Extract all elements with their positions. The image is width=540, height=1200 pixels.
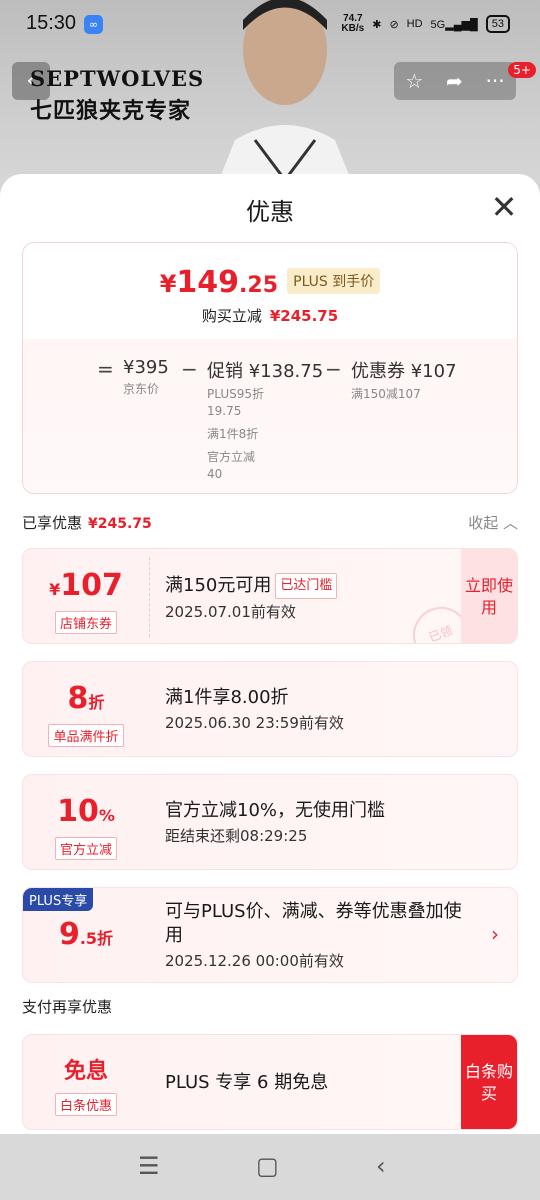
home-icon[interactable]: ▢: [256, 1152, 279, 1180]
top-actions: ☆ ➦ ···: [394, 62, 516, 100]
coupon-plus[interactable]: PLUS专享 9.5折 可与PLUS价、满减、券等优惠叠加使用 2025.12.…: [22, 887, 518, 983]
brand-logo: SEPTWOLVES 七匹狼夹克专家: [30, 66, 205, 124]
hd-icon: HD: [406, 18, 423, 30]
bluetooth-icon: ✱: [372, 18, 382, 31]
pay-section-title: 支付再享优惠: [22, 998, 113, 1016]
chevron-right-icon: ›: [491, 922, 499, 946]
coupon-value: 优惠券 ¥107 满150减107: [351, 361, 457, 401]
coupon-official: 10% 官方立减 官方立减10%，无使用门槛 距结束还剩08:29:25: [22, 774, 518, 870]
more-icon[interactable]: ···: [486, 69, 505, 93]
menu-icon[interactable]: ☰: [138, 1152, 160, 1180]
plus-price-tag: PLUS 到手价: [287, 268, 381, 294]
pay-offer: 免息 白条优惠 PLUS 专享 6 期免息 白条购买: [22, 1034, 518, 1130]
signal-icon: 5G▂▄▆█: [430, 18, 478, 31]
threshold-badge: 已达门槛: [275, 573, 338, 599]
cart-badge: 5+: [508, 62, 536, 78]
jd-price: ¥395 京东价: [123, 357, 169, 396]
status-time: 15:30: [26, 12, 77, 34]
sheet-title: 优惠: [246, 198, 294, 226]
system-nav-bar: ☰ ▢ ‹: [0, 1134, 540, 1200]
network-speed: 74.7 KB/s: [341, 13, 365, 34]
promo-value: 促销 ¥138.75 PLUS95折 19.75 满1件8折 官方立减 40: [207, 361, 324, 481]
discount-sheet: 优惠 ✕ ¥149.25 PLUS 到手价 购买立减 ¥245.75 = ¥395…: [0, 174, 540, 1134]
battery-icon: 53: [485, 15, 510, 33]
star-icon[interactable]: ☆: [405, 69, 423, 93]
close-icon[interactable]: ✕: [490, 191, 518, 223]
coupon-multi-item: 8折 单品满件折 满1件享8.00折 2025.06.30 23:59前有效: [22, 661, 518, 757]
link-app-icon: ∞: [84, 15, 103, 34]
share-icon[interactable]: ➦: [446, 69, 463, 93]
reduce-line: 购买立减 ¥245.75: [201, 307, 339, 325]
enjoyed-discount-row: 已享优惠 ¥245.75 收起 ︿: [22, 512, 518, 533]
link-icon: ⊘: [389, 18, 399, 31]
baitiao-buy-button[interactable]: 白条购买: [461, 1035, 517, 1129]
price-breakdown: = ¥395 京东价 − 促销 ¥138.75 PLUS95折 19.75 满1…: [97, 357, 457, 481]
use-coupon-button[interactable]: 立即使用: [461, 549, 517, 643]
price-summary-card: ¥149.25 PLUS 到手价 购买立减 ¥245.75 = ¥395 京东价 …: [22, 242, 518, 494]
final-price: ¥149.25 PLUS 到手价: [23, 265, 517, 300]
collapse-button[interactable]: 收起 ︿: [468, 512, 518, 533]
status-bar: 15:30 ∞ 74.7 KB/s ✱ ⊘ HD 5G▂▄▆█ 53: [0, 0, 540, 48]
back-nav-icon[interactable]: ‹: [376, 1152, 386, 1180]
coupon-store[interactable]: ¥107 店铺东券 满150元可用 已达门槛 2025.07.01前有效 已领 立…: [22, 548, 518, 644]
